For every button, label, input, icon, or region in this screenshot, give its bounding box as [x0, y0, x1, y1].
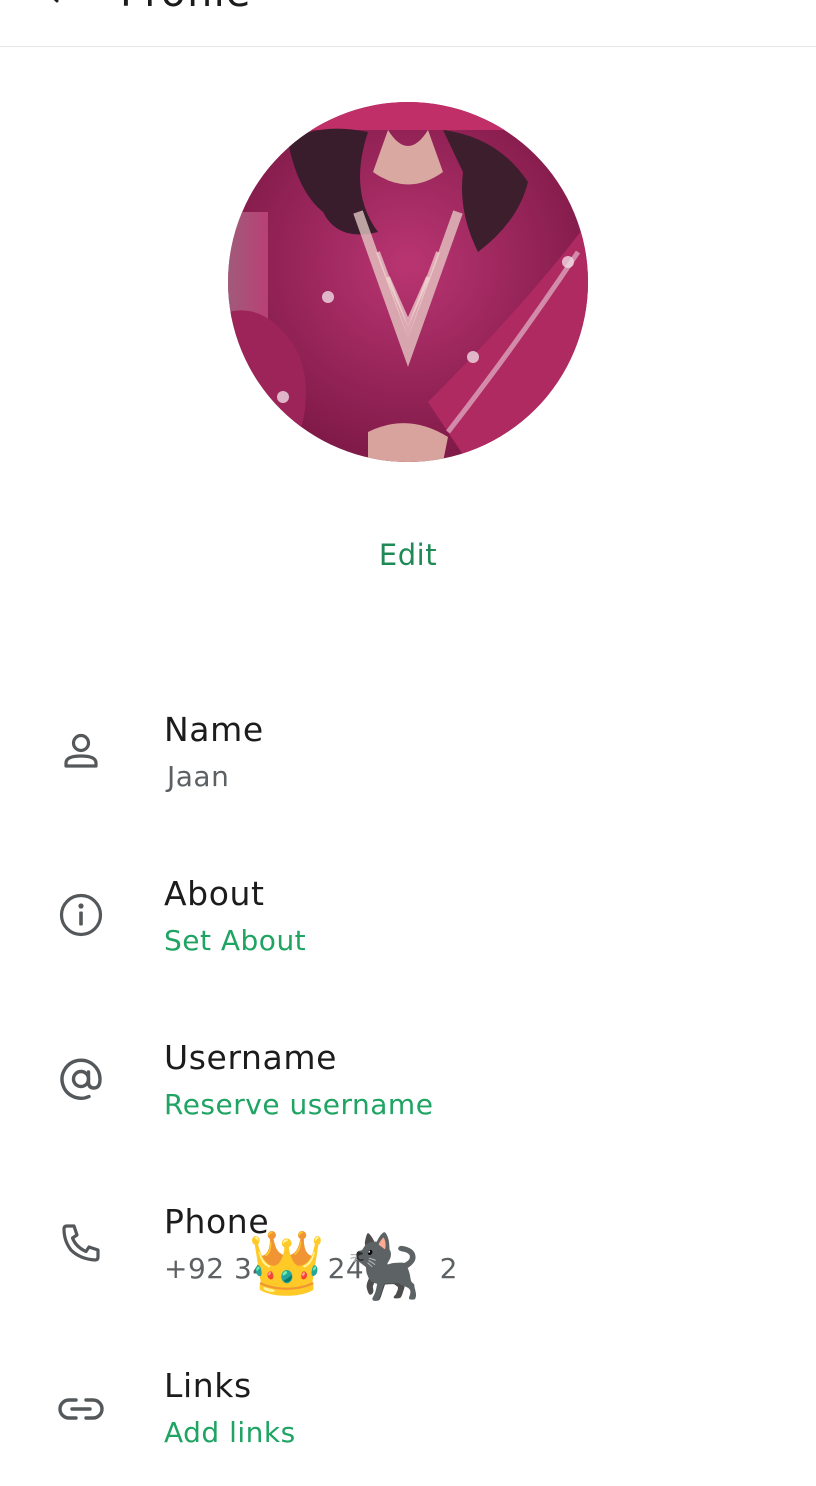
links-label: Links [164, 1366, 252, 1405]
profile-photo[interactable] [228, 102, 588, 462]
reserve-username-link[interactable]: Reserve username [164, 1088, 433, 1121]
info-icon [56, 890, 106, 940]
set-about-link[interactable]: Set About [164, 924, 306, 957]
name-label: Name [164, 710, 264, 749]
about-row[interactable]: About Set About [0, 864, 816, 994]
about-label: About [164, 874, 265, 913]
link-icon [56, 1384, 106, 1434]
name-row[interactable]: Name Jaan [0, 700, 816, 830]
links-row[interactable]: Links Add links [0, 1356, 816, 1486]
cat-sticker-icon: 🐈‍⬛ [344, 1230, 422, 1303]
top-app-bar: Profile [0, 0, 816, 47]
back-arrow-icon[interactable] [44, 0, 74, 8]
username-row[interactable]: Username Reserve username [0, 1028, 816, 1158]
username-label: Username [164, 1038, 338, 1077]
phone-icon [56, 1218, 106, 1268]
person-icon [56, 726, 106, 776]
phone-row[interactable]: Phone +92 34 240 2 👑 🐈‍⬛ [0, 1192, 816, 1322]
crown-sticker-icon: 👑 [248, 1226, 326, 1299]
name-value: Jaan [167, 760, 230, 793]
add-links-link[interactable]: Add links [164, 1416, 296, 1449]
at-sign-icon [56, 1054, 106, 1104]
edit-photo-link[interactable]: Edit [0, 538, 816, 572]
page-title: Profile [120, 0, 251, 16]
